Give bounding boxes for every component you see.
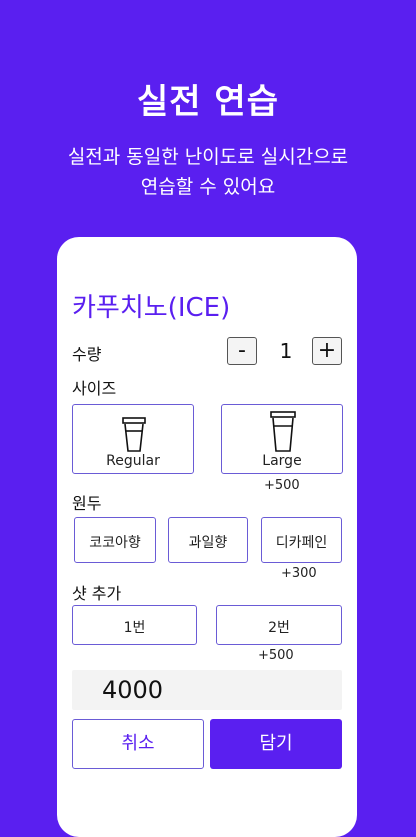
total-price-box: 4000 — [72, 670, 342, 710]
product-name: 카푸치노(ICE) — [72, 293, 231, 323]
subtitle-line-1: 실전과 동일한 난이도로 실시간으로 — [67, 146, 349, 168]
beans-option-label: 디카페인 — [275, 535, 328, 551]
beans-option-label: 과일향 — [188, 535, 228, 551]
add-to-cart-button[interactable]: 담기 — [210, 719, 342, 769]
shot-2-extra-price: +500 — [258, 648, 294, 663]
quantity-label: 수량 — [72, 345, 102, 364]
size-option-label: Large — [262, 453, 302, 469]
page-subtitle: 실전과 동일한 난이도로 실시간으로 연습할 수 있어요 — [0, 142, 416, 202]
shot-option-2[interactable]: 2번 — [216, 605, 342, 645]
beans-option-label: 코코아향 — [89, 535, 141, 551]
size-option-regular[interactable]: Regular — [72, 404, 194, 474]
page-title: 실전 연습 — [137, 82, 279, 122]
shot-option-label: 1번 — [123, 620, 146, 636]
beans-option-decaf[interactable]: 디카페인 — [261, 517, 342, 563]
subtitle-line-2: 연습할 수 있어요 — [140, 176, 276, 198]
size-label: 사이즈 — [72, 379, 117, 398]
shot-label: 샷 추가 — [72, 584, 122, 603]
beans-option-fruity[interactable]: 과일향 — [168, 517, 248, 563]
beans-option-cocoa[interactable]: 코코아향 — [74, 517, 156, 563]
shot-option-1[interactable]: 1번 — [72, 605, 197, 645]
beans-decaf-extra-price: +300 — [281, 566, 317, 581]
quantity-value: 1 — [279, 339, 293, 363]
beans-label: 원두 — [72, 494, 102, 513]
order-card: 카푸치노(ICE) 수량 - 1 + 사이즈 Regular Large +50… — [57, 237, 357, 837]
quantity-decrease-button[interactable]: - — [227, 337, 257, 365]
shot-option-label: 2번 — [268, 620, 290, 636]
quantity-increase-button[interactable]: + — [312, 337, 342, 365]
size-option-label: Regular — [106, 453, 160, 469]
cup-icon — [122, 417, 146, 452]
cancel-button[interactable]: 취소 — [72, 719, 204, 769]
cup-icon — [270, 411, 296, 452]
size-large-extra-price: +500 — [264, 478, 300, 493]
size-option-large[interactable]: Large — [221, 404, 343, 474]
total-price: 4000 — [102, 676, 164, 704]
